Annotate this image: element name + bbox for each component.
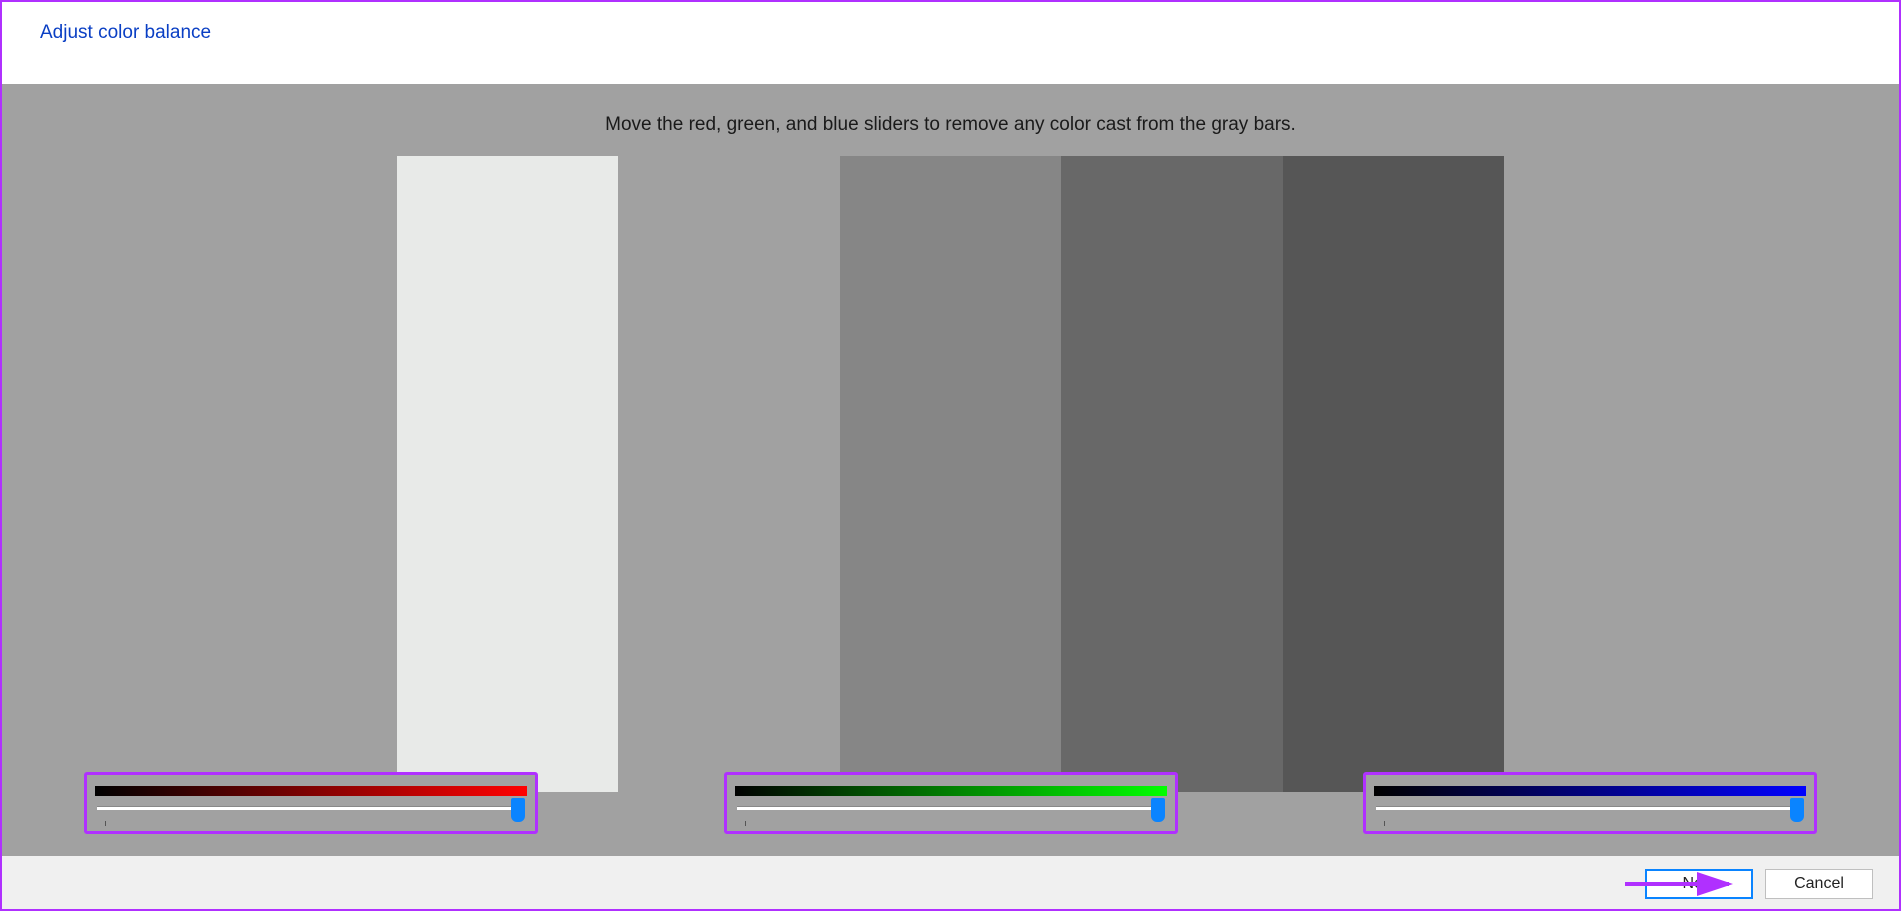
blue-gradient-bar xyxy=(1374,786,1806,796)
red-slider-thumb[interactable] xyxy=(511,798,525,822)
wizard-footer: Next Cancel xyxy=(0,856,1901,911)
blue-slider-highlight xyxy=(1363,772,1817,834)
green-slider-tick xyxy=(745,821,746,826)
next-button[interactable]: Next xyxy=(1645,869,1753,899)
blue-slider-track xyxy=(1376,806,1804,810)
green-slider-highlight xyxy=(724,772,1178,834)
red-slider-tick xyxy=(105,821,106,826)
green-slider[interactable] xyxy=(735,800,1167,822)
gray-bar-1 xyxy=(397,156,619,792)
blue-slider-tick xyxy=(1384,821,1385,826)
page-title: Adjust color balance xyxy=(40,22,1861,44)
wizard-header: Adjust color balance xyxy=(0,0,1901,84)
blue-slider-thumb[interactable] xyxy=(1790,798,1804,822)
green-gradient-bar xyxy=(735,786,1167,796)
blue-slider[interactable] xyxy=(1374,800,1806,822)
content-area: Move the red, green, and blue sliders to… xyxy=(0,84,1901,856)
gray-bar-2 xyxy=(618,156,840,792)
green-slider-track xyxy=(737,806,1165,810)
red-slider[interactable] xyxy=(95,800,527,822)
green-slider-thumb[interactable] xyxy=(1151,798,1165,822)
gray-bar-3 xyxy=(840,156,1062,792)
red-slider-highlight xyxy=(84,772,538,834)
red-slider-track xyxy=(97,806,525,810)
gray-bar-4 xyxy=(1061,156,1283,792)
cancel-button[interactable]: Cancel xyxy=(1765,869,1873,899)
instruction-text: Move the red, green, and blue sliders to… xyxy=(0,114,1901,136)
sliders-row xyxy=(0,772,1901,834)
gray-bars-preview xyxy=(397,156,1505,792)
red-gradient-bar xyxy=(95,786,527,796)
gray-bar-5 xyxy=(1283,156,1505,792)
